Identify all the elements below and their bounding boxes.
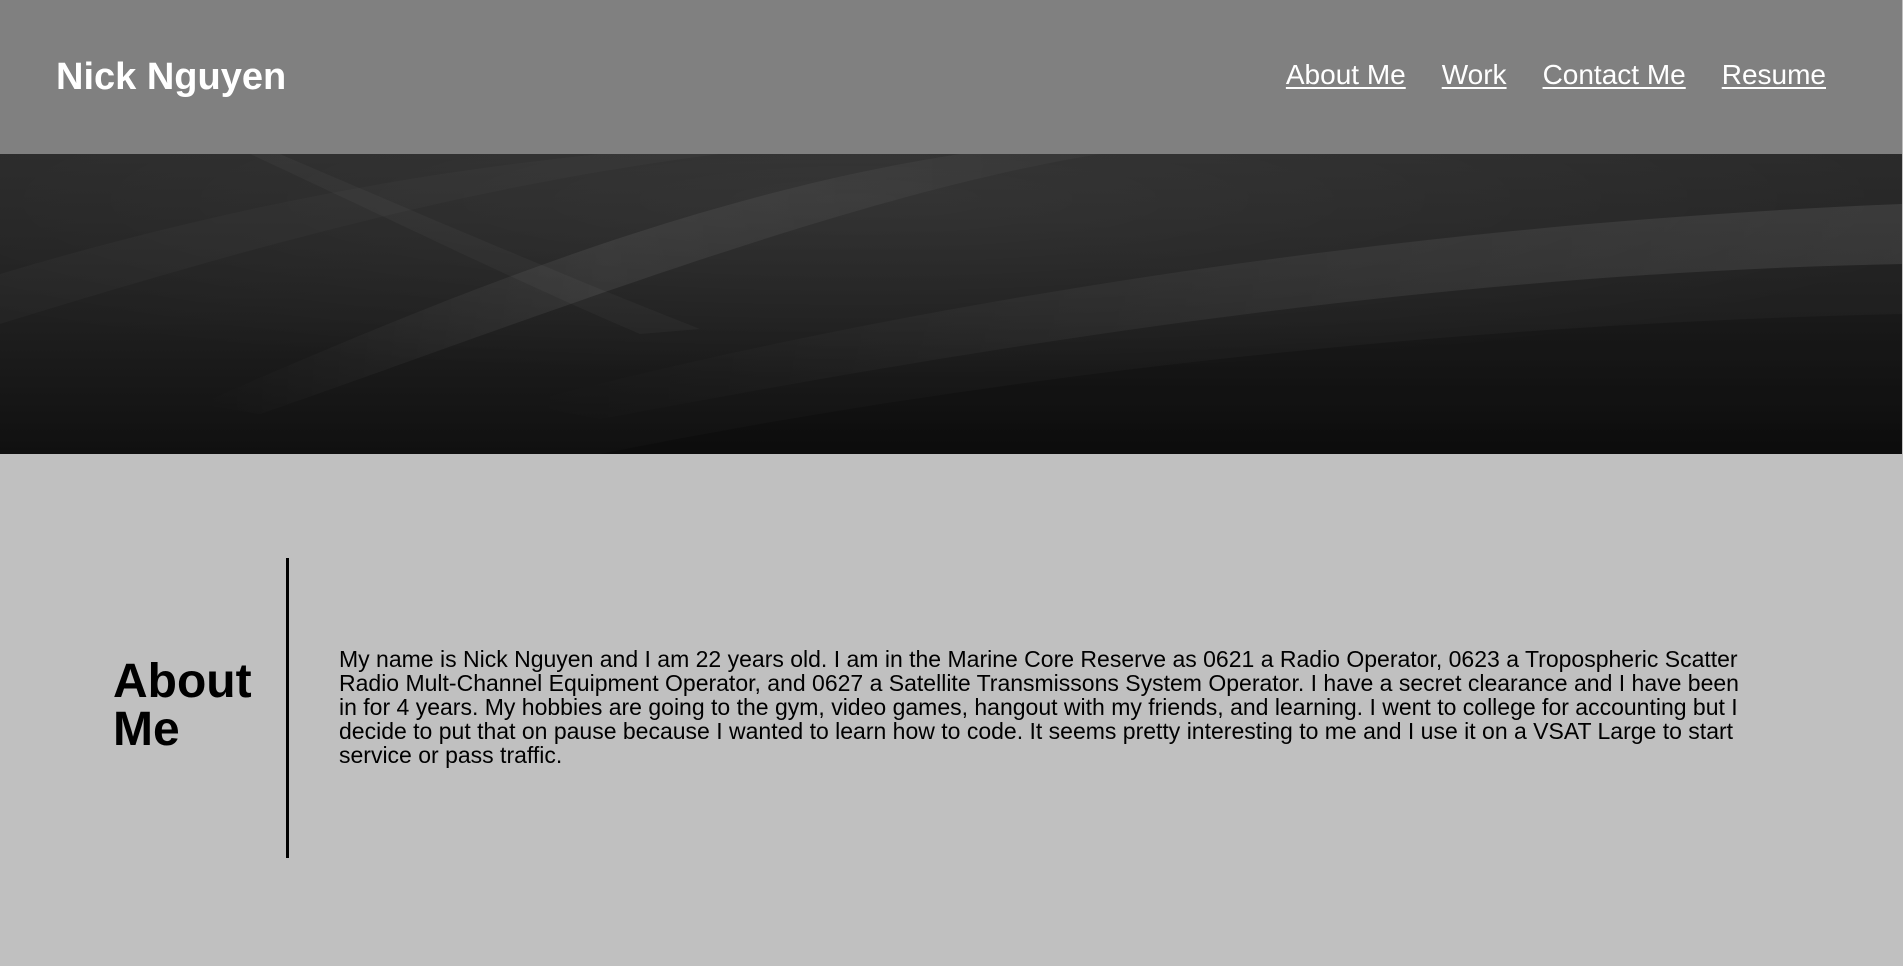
site-title: Nick Nguyen xyxy=(56,56,287,98)
nav-link-contact-me[interactable]: Contact Me xyxy=(1543,58,1686,92)
hero-background-image xyxy=(0,154,1902,454)
nav-link-work[interactable]: Work xyxy=(1442,58,1507,92)
page: Nick Nguyen About Me Work Contact Me Res… xyxy=(0,0,1903,966)
about-section: About Me My name is Nick Nguyen and I am… xyxy=(0,454,1902,966)
about-paragraph: My name is Nick Nguyen and I am 22 years… xyxy=(339,646,1739,768)
about-heading: About Me xyxy=(113,655,252,756)
nav-link-resume[interactable]: Resume xyxy=(1722,58,1826,92)
site-header: Nick Nguyen About Me Work Contact Me Res… xyxy=(0,0,1902,154)
vertical-divider xyxy=(286,558,289,858)
main-nav: About Me Work Contact Me Resume xyxy=(1286,58,1826,92)
hero-banner xyxy=(0,154,1902,454)
nav-link-about-me[interactable]: About Me xyxy=(1286,58,1406,92)
